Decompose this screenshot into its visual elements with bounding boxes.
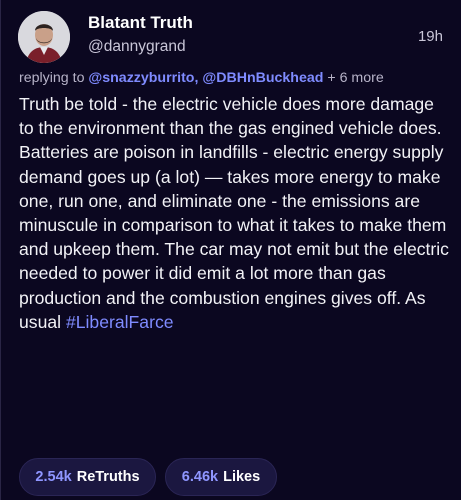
post-card: Blatant Truth @dannygrand 19h replying t…	[0, 0, 461, 500]
post-body: Truth be told - the electric vehicle doe…	[19, 92, 451, 334]
author-avatar[interactable]	[18, 11, 70, 63]
retruths-button[interactable]: 2.54k ReTruths	[19, 458, 156, 496]
retruths-label: ReTruths	[76, 469, 140, 485]
author-handle[interactable]: @dannygrand	[88, 38, 186, 56]
user-avatar-icon	[18, 11, 70, 63]
hashtag-link[interactable]: #LiberalFarce	[66, 312, 174, 332]
reply-mention-link[interactable]: @DBHnBuckhead	[202, 70, 323, 86]
replying-prefix: replying to	[19, 70, 89, 86]
likes-label: Likes	[223, 469, 261, 485]
post-timestamp: 19h	[417, 28, 443, 45]
retruths-count: 2.54k	[35, 469, 72, 485]
replying-to-line: replying to @snazzyburrito, @DBHnBuckhea…	[19, 70, 384, 86]
author-display-name[interactable]: Blatant Truth	[88, 13, 193, 33]
likes-button[interactable]: 6.46k Likes	[165, 458, 277, 496]
reply-mention-link[interactable]: @snazzyburrito	[88, 70, 194, 86]
likes-count: 6.46k	[181, 469, 219, 485]
reply-more-link[interactable]: + 6 more	[323, 70, 383, 86]
post-text: Truth be told - the electric vehicle doe…	[19, 94, 449, 332]
